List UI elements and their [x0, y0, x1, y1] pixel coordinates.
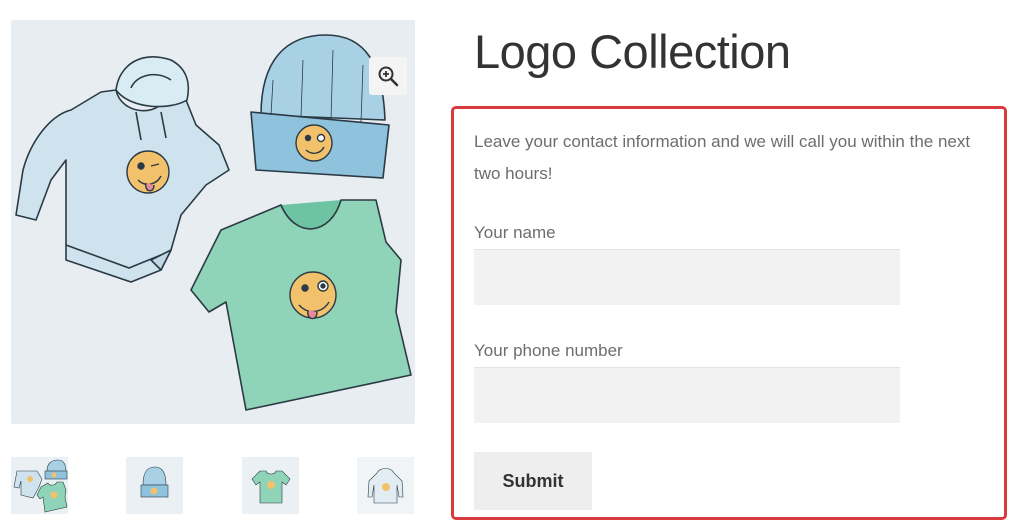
thumbnail-logo-collection[interactable] [11, 457, 68, 514]
name-input[interactable] [474, 249, 900, 305]
tshirt-emoji-logo [289, 271, 337, 320]
product-main-image[interactable] [11, 20, 415, 424]
thumbnail-image [140, 466, 169, 498]
beanie-emoji-logo [295, 124, 333, 162]
contact-form-intro: Leave your contact information and we wi… [474, 132, 971, 183]
zoom-button[interactable] [369, 57, 407, 95]
product-title: Logo Collection [474, 25, 791, 78]
thumbnail-beanie[interactable] [126, 457, 183, 514]
thumbnail-image [367, 468, 404, 504]
phone-label: Your phone number [474, 341, 623, 360]
hoodie-emoji-logo [126, 150, 170, 194]
thumbnail-tshirt[interactable] [242, 457, 299, 514]
hoodie-illustration [15, 56, 230, 283]
magnifier-plus-icon [378, 66, 399, 87]
phone-input[interactable] [474, 367, 900, 423]
product-illustration [15, 34, 412, 411]
name-label: Your name [474, 223, 556, 242]
thumbnail-image [13, 459, 68, 513]
submit-button[interactable]: Submit [474, 452, 592, 510]
thumbnail-hoodie[interactable] [357, 457, 414, 514]
thumbnail-image [251, 470, 291, 504]
